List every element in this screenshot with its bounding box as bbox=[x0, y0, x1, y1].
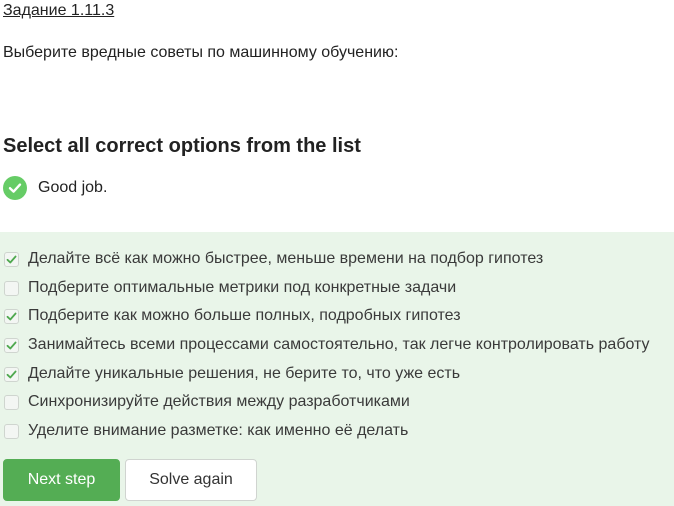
next-step-button[interactable]: Next step bbox=[3, 459, 120, 501]
option-item[interactable]: Синхронизируйте действия между разработч… bbox=[4, 391, 410, 413]
option-checkbox[interactable] bbox=[4, 394, 19, 410]
option-label: Подберите как можно больше полных, подро… bbox=[28, 307, 461, 324]
feedback-message: Good job. bbox=[3, 175, 107, 201]
option-checkbox[interactable] bbox=[4, 251, 19, 267]
option-item[interactable]: Делайте всё как можно быстрее, меньше вр… bbox=[4, 248, 543, 270]
checkmark-icon bbox=[6, 370, 17, 378]
option-label: Делайте уникальные решения, не берите то… bbox=[28, 365, 461, 382]
option-item[interactable]: Подберите оптимальные метрики под конкре… bbox=[4, 277, 456, 299]
solve-again-button[interactable]: Solve again bbox=[125, 459, 257, 501]
question-text: Выберите вредные советы по машинному обу… bbox=[3, 44, 399, 61]
feedback-text: Good job. bbox=[38, 179, 108, 196]
option-item[interactable]: Занимайтесь всеми процессами самостоятел… bbox=[4, 334, 650, 356]
option-checkbox[interactable] bbox=[4, 337, 19, 353]
checkmark-icon bbox=[6, 312, 17, 320]
option-checkbox[interactable] bbox=[4, 366, 19, 382]
option-label: Подберите оптимальные метрики под конкре… bbox=[28, 279, 457, 296]
option-item[interactable]: Делайте уникальные решения, не берите то… bbox=[4, 363, 460, 385]
option-label: Занимайтесь всеми процессами самостоятел… bbox=[28, 336, 650, 353]
option-checkbox[interactable] bbox=[4, 280, 19, 296]
option-checkbox[interactable] bbox=[4, 423, 19, 439]
option-label: Уделите внимание разметке: как именно её… bbox=[28, 422, 409, 439]
quiz-instruction: Select all correct options from the list bbox=[3, 135, 361, 157]
option-item[interactable]: Подберите как можно больше полных, подро… bbox=[4, 305, 461, 327]
checkmark-icon bbox=[6, 341, 17, 349]
option-label: Делайте всё как можно быстрее, меньше вр… bbox=[28, 250, 544, 267]
check-circle-icon bbox=[3, 176, 27, 200]
option-checkbox[interactable] bbox=[4, 308, 19, 324]
step-page: Задание 1.11.3 Выберите вредные советы п… bbox=[0, 0, 674, 506]
option-label: Синхронизируйте действия между разработч… bbox=[28, 393, 410, 410]
task-link[interactable]: Задание 1.11.3 bbox=[3, 2, 114, 20]
checkmark-icon bbox=[6, 255, 17, 263]
option-item[interactable]: Уделите внимание разметке: как именно её… bbox=[4, 420, 408, 442]
